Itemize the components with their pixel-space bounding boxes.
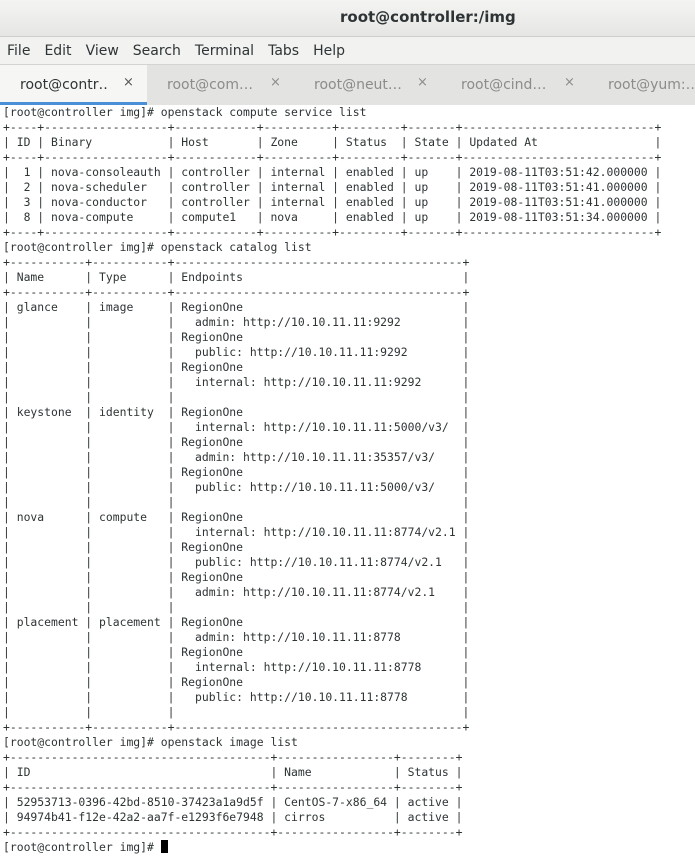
terminal-line: | | | RegionOne | bbox=[3, 465, 470, 479]
terminal-line: | | | | bbox=[3, 495, 470, 509]
terminal-line: | | | RegionOne | bbox=[3, 330, 470, 344]
close-icon[interactable]: × bbox=[270, 75, 281, 90]
menu-bar: File Edit View Search Terminal Tabs Help bbox=[0, 37, 695, 64]
menu-edit[interactable]: Edit bbox=[37, 43, 78, 59]
prompt-text: [root@controller img]# bbox=[3, 840, 161, 854]
terminal-line: | | | public: http://10.10.11.11:5000/v3… bbox=[3, 480, 470, 494]
terminal-line: +-----------+-----------+---------------… bbox=[3, 720, 470, 734]
close-icon[interactable]: × bbox=[123, 75, 134, 90]
terminal-line: | glance | image | RegionOne | bbox=[3, 300, 470, 314]
title-bar[interactable]: root@controller:/img bbox=[0, 0, 695, 37]
terminal-line: | | | internal: http://10.10.11.11:5000/… bbox=[3, 420, 470, 434]
tab-label: root@contr… bbox=[20, 77, 108, 93]
tab-label: root@cind… bbox=[461, 77, 547, 93]
terminal-line: +--------------------------------------+… bbox=[3, 825, 463, 839]
tab-yum[interactable]: root@yum:… bbox=[588, 65, 695, 105]
tab-bar: root@contr… × root@com… × root@neut… × r… bbox=[0, 64, 695, 106]
close-icon[interactable]: × bbox=[417, 75, 428, 90]
terminal-line: | 52953713-0396-42bd-8510-37423a1a9d5f |… bbox=[3, 795, 463, 809]
menu-help[interactable]: Help bbox=[306, 43, 352, 59]
terminal-line: | | | admin: http://10.10.11.11:8774/v2.… bbox=[3, 585, 470, 599]
terminal-line: | | | admin: http://10.10.11.11:8778 | bbox=[3, 630, 470, 644]
terminal-line: | 94974b41-f12e-42a2-aa7f-e1293f6e7948 |… bbox=[3, 810, 463, 824]
terminal-line: +----+------------------+------------+--… bbox=[3, 120, 662, 134]
tab-compute[interactable]: root@com… × bbox=[147, 65, 294, 105]
terminal-line: | | | admin: http://10.10.11.11:35357/v3… bbox=[3, 450, 470, 464]
tab-label: root@com… bbox=[167, 77, 253, 93]
cursor-icon bbox=[160, 840, 168, 853]
terminal-line: | | | | bbox=[3, 600, 470, 614]
terminal-line: | keystone | identity | RegionOne | bbox=[3, 405, 470, 419]
terminal-line: | Name | Type | Endpoints | bbox=[3, 270, 470, 284]
menu-tabs[interactable]: Tabs bbox=[261, 43, 306, 59]
terminal-line: | | | RegionOne | bbox=[3, 435, 470, 449]
terminal-line: | | | internal: http://10.10.11.11:9292 … bbox=[3, 375, 470, 389]
prompt-line[interactable]: [root@controller img]# bbox=[3, 840, 695, 855]
menu-file[interactable]: File bbox=[0, 43, 37, 59]
window-title: root@controller:/img bbox=[340, 8, 516, 26]
terminal-line: | | | internal: http://10.10.11.11:8774/… bbox=[3, 525, 470, 539]
terminal-line: | nova | compute | RegionOne | bbox=[3, 510, 470, 524]
tab-controller[interactable]: root@contr… × bbox=[0, 65, 147, 105]
terminal-line: | | | RegionOne | bbox=[3, 645, 470, 659]
terminal-line: | ID | Name | Status | bbox=[3, 765, 463, 779]
terminal-line: [root@controller img]# openstack image l… bbox=[3, 735, 298, 749]
close-icon[interactable]: × bbox=[564, 75, 575, 90]
terminal-line: +----+------------------+------------+--… bbox=[3, 150, 662, 164]
terminal-line: +--------------------------------------+… bbox=[3, 780, 463, 794]
terminal-line: | placement | placement | RegionOne | bbox=[3, 615, 470, 629]
tab-label: root@yum:… bbox=[608, 77, 695, 93]
terminal-line: [root@controller img]# openstack compute… bbox=[3, 105, 367, 119]
tab-cinder[interactable]: root@cind… × bbox=[441, 65, 588, 105]
terminal-line: | | | | bbox=[3, 390, 470, 404]
terminal-line: | | | RegionOne | bbox=[3, 540, 470, 554]
menu-terminal[interactable]: Terminal bbox=[188, 43, 261, 59]
terminal-line: +-----------+-----------+---------------… bbox=[3, 285, 470, 299]
terminal-line: | | | admin: http://10.10.11.11:9292 | bbox=[3, 315, 470, 329]
tab-neutron[interactable]: root@neut… × bbox=[294, 65, 441, 105]
terminal-line: | | | | bbox=[3, 705, 470, 719]
terminal-line: | ID | Binary | Host | Zone | Status | S… bbox=[3, 135, 662, 149]
terminal-line: | | | public: http://10.10.11.11:9292 | bbox=[3, 345, 470, 359]
terminal-line: | | | RegionOne | bbox=[3, 675, 470, 689]
terminal-line: +----+------------------+------------+--… bbox=[3, 225, 662, 239]
terminal-line: [root@controller img]# openstack catalog… bbox=[3, 240, 312, 254]
terminal-line: | 1 | nova-consoleauth | controller | in… bbox=[3, 165, 662, 179]
terminal-line: | 2 | nova-scheduler | controller | inte… bbox=[3, 180, 662, 194]
menu-view[interactable]: View bbox=[79, 43, 126, 59]
menu-search[interactable]: Search bbox=[126, 43, 188, 59]
terminal-line: +-----------+-----------+---------------… bbox=[3, 255, 470, 269]
terminal-line: | | | internal: http://10.10.11.11:8778 … bbox=[3, 660, 470, 674]
terminal-line: | | | RegionOne | bbox=[3, 570, 470, 584]
terminal-output[interactable]: [root@controller img]# openstack compute… bbox=[0, 105, 695, 863]
terminal-line: | 8 | nova-compute | compute1 | nova | e… bbox=[3, 210, 662, 224]
terminal-line: | | | public: http://10.10.11.11:8778 | bbox=[3, 690, 470, 704]
terminal-line: +--------------------------------------+… bbox=[3, 750, 463, 764]
terminal-line: | | | public: http://10.10.11.11:8774/v2… bbox=[3, 555, 470, 569]
terminal-line: | | | RegionOne | bbox=[3, 360, 470, 374]
tab-label: root@neut… bbox=[314, 77, 402, 93]
terminal-line: | 3 | nova-conductor | controller | inte… bbox=[3, 195, 662, 209]
